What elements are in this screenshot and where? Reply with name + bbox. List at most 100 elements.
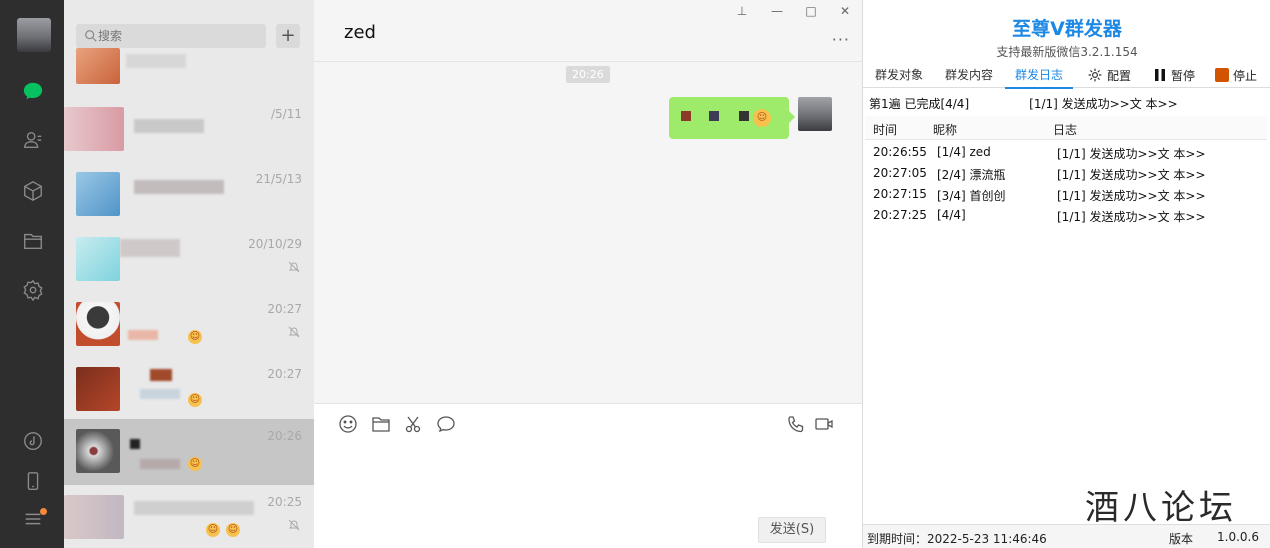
stop-label: 停止: [1233, 68, 1258, 83]
chat-list-item[interactable]: /5/11: [64, 97, 314, 161]
app-window: + /5/11 21/5/13 20/10/29: [0, 0, 1270, 548]
send-button[interactable]: 发送(S): [758, 517, 826, 543]
tab-bar: 群发对象 群发内容 群发日志 配置 暂停 停止: [863, 62, 1270, 89]
scissors-icon[interactable]: [404, 414, 426, 436]
blurred-title: [150, 369, 172, 381]
mute-icon: [288, 326, 300, 338]
expire-time: 到期时间：2022-5-23 11:46:46: [867, 532, 1047, 546]
blurred-title: [134, 501, 254, 515]
blurred-title: [120, 239, 180, 257]
music-icon[interactable]: [20, 428, 46, 454]
chat-icon[interactable]: [20, 78, 46, 104]
maximize-icon[interactable]: □: [803, 4, 819, 20]
stop-button[interactable]: 停止: [1215, 64, 1257, 86]
tab-content[interactable]: 群发内容: [945, 66, 993, 83]
chat-time: 20/10/29: [248, 237, 302, 251]
chat-list: + /5/11 21/5/13 20/10/29: [64, 0, 314, 548]
chat-bubble-icon[interactable]: [436, 414, 458, 436]
mass-sender-panel: 至尊V群发器 支持最新版微信3.2.1.154 群发对象 群发内容 群发日志 配…: [862, 0, 1270, 548]
chat-time: 20:25: [267, 495, 302, 509]
pause-label: 暂停: [1171, 68, 1196, 83]
config-label: 配置: [1107, 68, 1132, 83]
blurred-text: [739, 111, 749, 121]
row-log: [1/1] 发送成功>>文 本>>: [1057, 189, 1206, 203]
message-input-area[interactable]: 发送(S): [314, 403, 862, 548]
close-icon[interactable]: ✕: [837, 4, 853, 20]
blurred-text: [681, 111, 691, 121]
column-time: 时间: [873, 123, 898, 137]
current-log: [1/1] 发送成功>>文 本>>: [1029, 97, 1178, 111]
round-status: 第1遍 已完成[4/4]: [869, 97, 970, 111]
chat-list-item[interactable]: 20/10/29: [64, 227, 314, 291]
blurred-title: [134, 119, 204, 133]
minimize-icon[interactable]: —: [769, 4, 785, 20]
table-row[interactable]: 20:26:55 [1/4] zed [1/1] 发送成功>>文 本>>: [865, 142, 1267, 163]
avatar: [76, 48, 120, 84]
pin-icon[interactable]: ⊥: [734, 4, 750, 20]
chat-time: /5/11: [271, 107, 302, 121]
tab-log[interactable]: 群发日志: [1005, 66, 1074, 89]
folder-icon[interactable]: [20, 228, 46, 254]
message-bubble[interactable]: ☺: [669, 97, 795, 139]
avatar[interactable]: [798, 97, 832, 131]
blurred-text: [709, 111, 719, 121]
video-call-icon[interactable]: [814, 414, 836, 436]
row-log: [1/1] 发送成功>>文 本>>: [1057, 147, 1206, 161]
nav-sidebar: [0, 0, 64, 548]
blurred-title: [130, 439, 140, 449]
table-row[interactable]: 20:27:05 [2/4] 漂流瓶 [1/1] 发送成功>>文 本>>: [865, 163, 1267, 184]
app-subtitle: 支持最新版微信3.2.1.154: [996, 45, 1138, 59]
contacts-icon[interactable]: [20, 127, 46, 153]
app-title: 至尊V群发器: [1012, 18, 1122, 40]
chat-list-item[interactable]: ☺ ☺ 20:25: [64, 485, 314, 548]
progress-summary: 第1遍 已完成[4/4] [1/1] 发送成功>>文 本>>: [869, 95, 1238, 112]
chat-list-item[interactable]: [64, 36, 314, 86]
log-table-header: 时间 昵称 日志: [865, 116, 1267, 140]
emoji-icon: ☺: [188, 393, 202, 407]
avatar: [76, 172, 120, 216]
chat-list-item[interactable]: 21/5/13: [64, 162, 314, 226]
voice-call-icon[interactable]: [786, 414, 808, 436]
row-nickname: [3/4] 首创创: [937, 189, 1006, 203]
avatar[interactable]: [17, 18, 51, 52]
emoji-icon: ☺: [753, 109, 771, 127]
table-row[interactable]: 20:27:25 [4/4] [1/1] 发送成功>>文 本>>: [865, 205, 1267, 226]
row-log: [1/1] 发送成功>>文 本>>: [1057, 168, 1206, 182]
row-nickname: [2/4] 漂流瓶: [937, 168, 1006, 182]
blurred-text: [140, 459, 180, 469]
folder-icon[interactable]: [371, 414, 393, 436]
config-button[interactable]: 配置: [1087, 64, 1131, 86]
avatar: [76, 429, 120, 473]
emoji-icon: ☺: [226, 523, 240, 537]
chat-time: 21/5/13: [255, 172, 302, 186]
chat-title: zed: [344, 22, 376, 43]
pause-button[interactable]: 暂停: [1153, 64, 1195, 86]
avatar: [76, 367, 120, 411]
avatar: [76, 302, 120, 346]
chat-list-item-selected[interactable]: ☺ 20:26: [64, 419, 314, 485]
chat-time: 20:27: [267, 302, 302, 316]
avatar: [76, 237, 120, 281]
version-label: 版本: [1169, 532, 1194, 546]
chat-list-item[interactable]: ☺ 20:27: [64, 292, 314, 356]
column-log: 日志: [1053, 123, 1078, 137]
emoji-icon: ☺: [206, 523, 220, 537]
settings-icon[interactable]: [20, 277, 46, 303]
row-time: 20:27:15: [873, 187, 927, 201]
row-time: 20:27:05: [873, 166, 927, 180]
chat-list-item[interactable]: ☺ 20:27: [64, 357, 314, 421]
stop-icon: [1215, 68, 1229, 82]
watermark: 酒八论坛: [1085, 488, 1237, 528]
status-bar: 到期时间：2022-5-23 11:46:46 版本 1.0.0.6: [863, 524, 1270, 548]
emoji-icon: ☺: [188, 330, 202, 344]
emoji-icon[interactable]: [338, 414, 360, 436]
blurred-text: [128, 330, 158, 340]
chat-time: 20:27: [267, 367, 302, 381]
cube-icon[interactable]: [20, 178, 46, 204]
blurred-title: [134, 180, 224, 194]
tab-targets[interactable]: 群发对象: [875, 66, 923, 83]
table-row[interactable]: 20:27:15 [3/4] 首创创 [1/1] 发送成功>>文 本>>: [865, 184, 1267, 205]
avatar: [64, 495, 124, 539]
more-icon[interactable]: ···: [832, 30, 850, 49]
phone-icon[interactable]: [20, 468, 46, 494]
